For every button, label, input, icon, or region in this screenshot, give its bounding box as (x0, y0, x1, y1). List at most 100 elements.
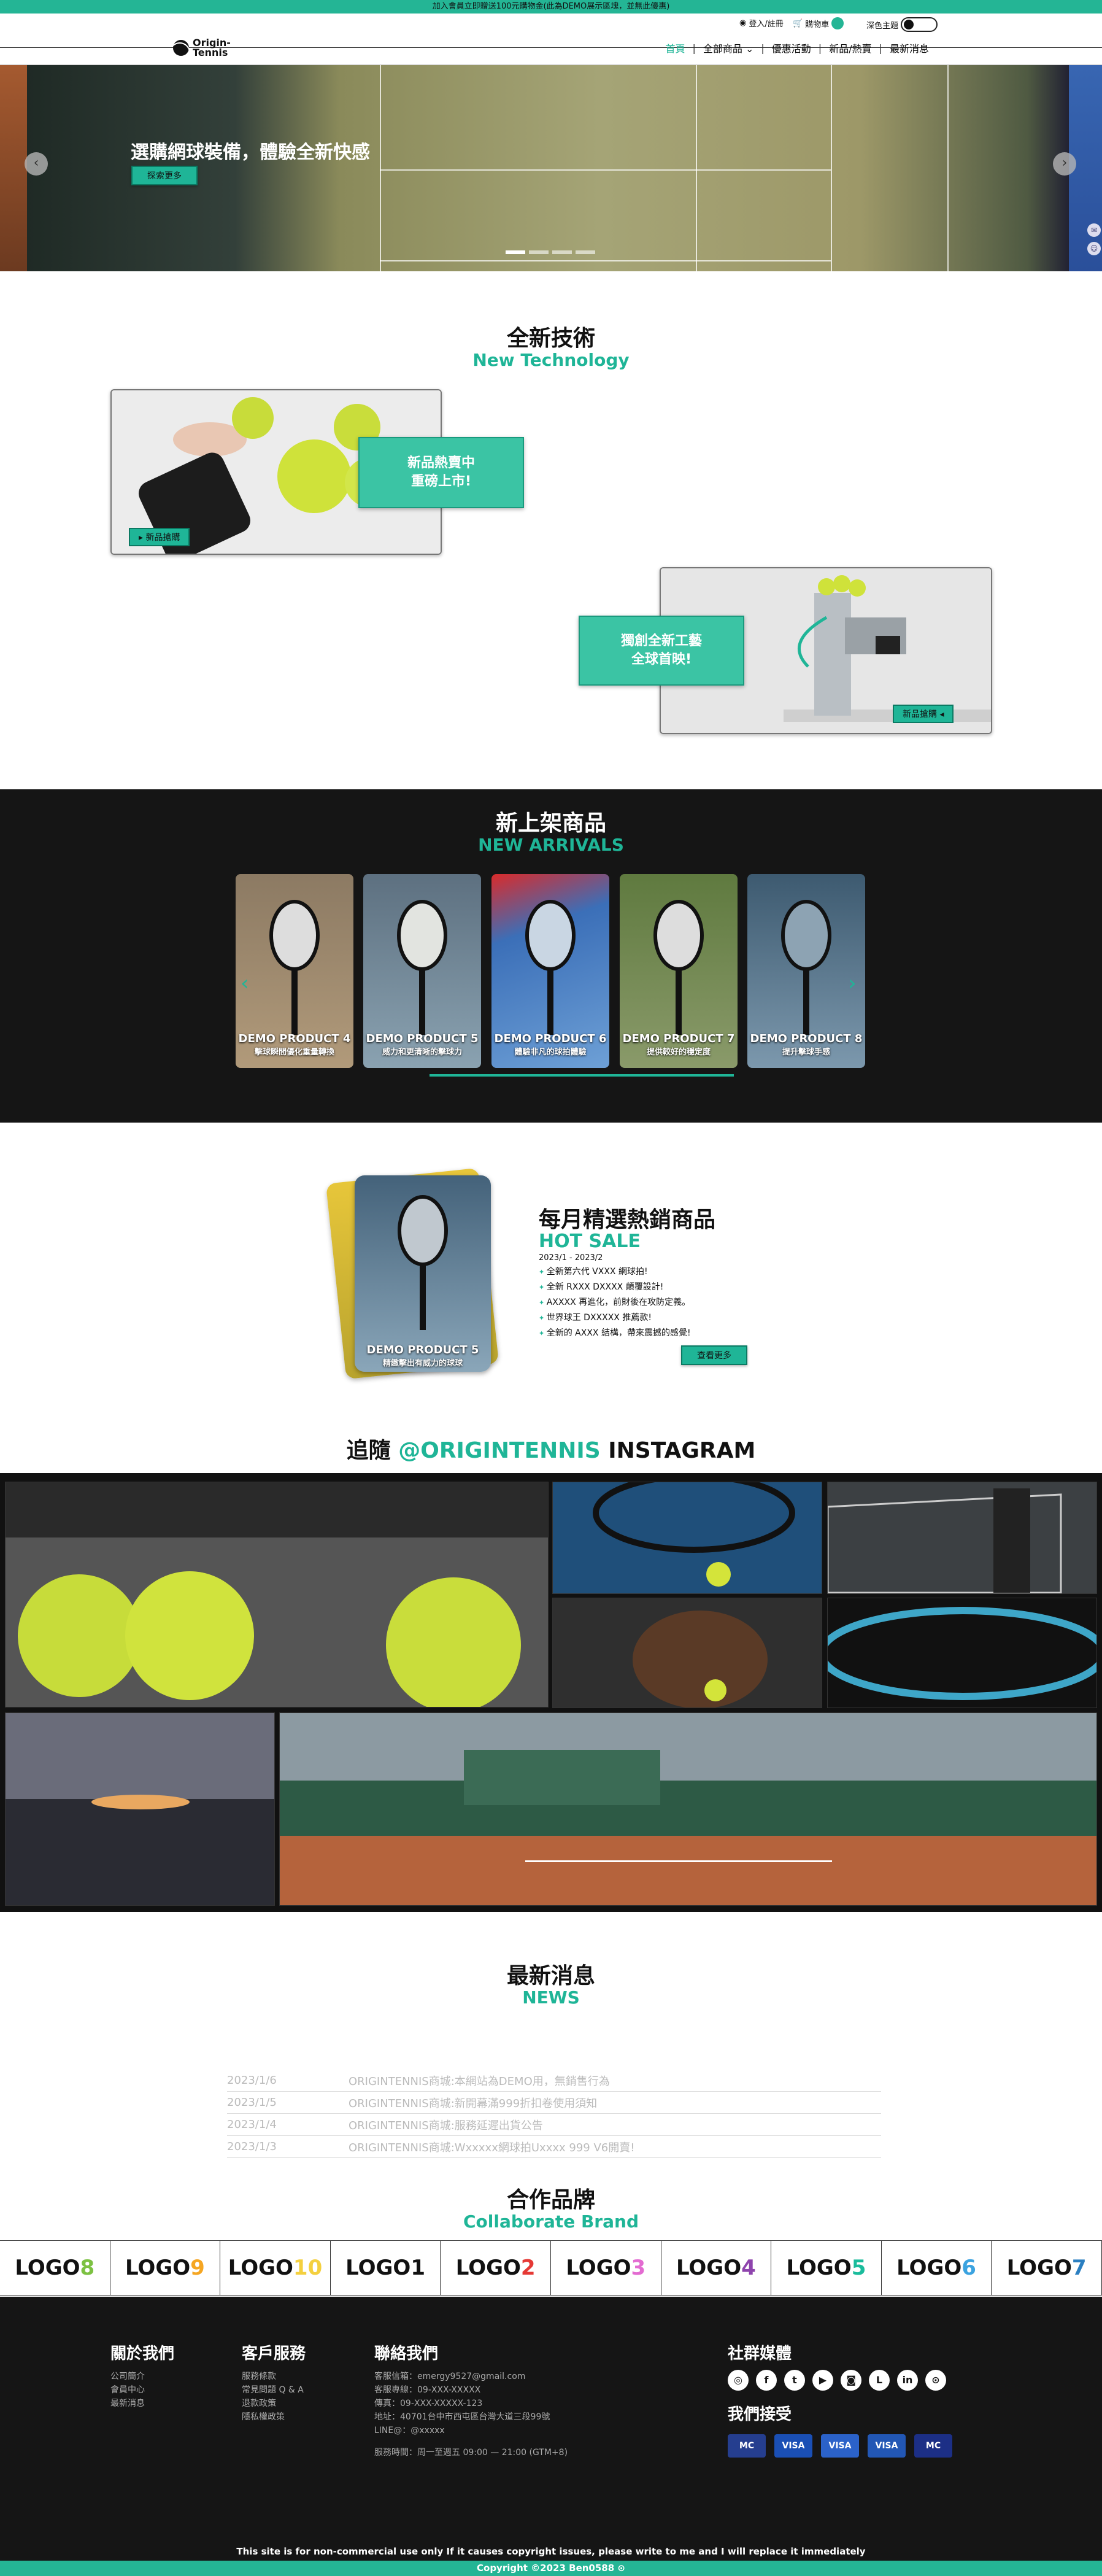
play-icon: ▸ (139, 533, 144, 543)
brand-logo-word: LOGO (896, 2256, 962, 2280)
tech-buy-button-1[interactable]: ▸ 新品搶購 (129, 528, 190, 546)
insta-photo[interactable] (552, 1598, 822, 1708)
footer-link[interactable]: 隱私權政策 (242, 2410, 306, 2424)
news-title-en: NEWS (522, 1987, 580, 2008)
hot-feature-item: 世界球王 DXXXXX 推薦款! (539, 1310, 691, 1326)
racket-image (525, 900, 576, 1035)
twitter-icon[interactable]: t (784, 2370, 805, 2391)
nav-news[interactable]: 最新消息 (890, 41, 929, 55)
news-row[interactable]: 2023/1/3 ORIGINTENNIS商城:Wxxxxx網球拍Uxxxx 99… (227, 2136, 881, 2158)
insta-handle-link[interactable]: @ORIGINTENNIS (398, 1438, 601, 1463)
insta-title-pre: 追隨 (346, 1438, 399, 1463)
carousel-prev-icon[interactable]: ‹ (241, 971, 249, 996)
brand-logo[interactable]: LOGO 8 (0, 2241, 110, 2295)
cart-link[interactable]: 🛒 購物車 (793, 17, 844, 29)
hero-dot[interactable] (529, 250, 549, 254)
footer-contact-item: 傳真：09-XXX-XXXXX-123 (374, 2399, 483, 2408)
hero-explore-button[interactable]: 探索更多 (131, 166, 198, 185)
tennis-net-photo (828, 1482, 1096, 1593)
hero-prev-arrow-icon[interactable]: ‹ (25, 152, 48, 176)
instagram-icon[interactable]: ◎ (728, 2370, 749, 2391)
news-row[interactable]: 2023/1/5 ORIGINTENNIS商城:新開幕滿999折扣卷使用須知 (227, 2092, 881, 2114)
brand-logo[interactable]: LOGO 1 (331, 2241, 441, 2295)
brand-logo-word: LOGO (15, 2256, 80, 2280)
nav-new-hot[interactable]: 新品/熱賣 (829, 41, 871, 55)
news-text: ORIGINTENNIS商城:服務延遲出貨公告 (349, 2119, 543, 2132)
product-desc: 擊球瞬間優化重量轉換 (254, 1048, 334, 1057)
visa-icon: VISA (774, 2434, 812, 2458)
brand-logo[interactable]: LOGO 5 (771, 2241, 882, 2295)
brand-logo[interactable]: LOGO 9 (110, 2241, 221, 2295)
carousel-next-icon[interactable]: › (848, 971, 857, 996)
news-text: ORIGINTENNIS商城:新開幕滿999折扣卷使用須知 (349, 2097, 598, 2110)
brand-logo[interactable]: LOGO 10 (220, 2241, 331, 2295)
hot-product-card[interactable]: DEMO PRODUCT 5 精緻擊出有威力的球球 (355, 1175, 491, 1372)
user-icon: ◉ (739, 18, 747, 28)
carousel-scrollbar[interactable] (430, 1074, 734, 1077)
brand-logo[interactable]: LOGO 6 (882, 2241, 992, 2295)
hero-dot[interactable] (552, 250, 572, 254)
footer-contact-item: 客服專線：09-XXX-XXXXX (374, 2385, 481, 2395)
tech-card-new-launch: 新品熱賣中 重磅上市! (358, 437, 524, 508)
visa-electron-icon: VISA (868, 2434, 906, 2458)
hero-dot[interactable] (506, 250, 525, 254)
footer-link[interactable]: 退款政策 (242, 2397, 306, 2410)
insta-photo[interactable] (5, 1712, 275, 1906)
brand-logo[interactable]: LOGO 3 (551, 2241, 661, 2295)
theme-toggle[interactable] (901, 17, 938, 32)
footer-link[interactable]: 會員中心 (110, 2383, 174, 2397)
brand-logo-number: 3 (631, 2256, 646, 2280)
footer-link[interactable]: 服務條款 (242, 2370, 306, 2383)
chat-icon[interactable]: ✉ (1087, 223, 1101, 237)
facebook-icon[interactable]: f (756, 2370, 777, 2391)
hero-next-arrow-icon[interactable]: › (1053, 152, 1076, 176)
product-name: DEMO PRODUCT 4 (238, 1032, 351, 1045)
github-icon[interactable]: ⊙ (925, 2370, 946, 2391)
mastercard-icon: MC (728, 2434, 766, 2458)
linkedin-icon[interactable]: in (897, 2370, 918, 2391)
support-icon[interactable]: ☺ (1087, 242, 1101, 255)
footer-link[interactable]: 公司簡介 (110, 2370, 174, 2383)
site-footer: 關於我們 公司簡介 會員中心 最新消息 客戶服務 服務條款 常見問題 Q & A… (0, 2297, 1102, 2542)
product-card[interactable]: DEMO PRODUCT 6 體驗非凡的球拍體驗 (491, 874, 609, 1068)
brand-logo-number: 5 (851, 2256, 866, 2280)
footer-link[interactable]: 最新消息 (110, 2397, 174, 2410)
twitch-icon[interactable]: ◙ (841, 2370, 861, 2391)
insta-photo[interactable] (827, 1482, 1097, 1594)
youtube-icon[interactable]: ▶ (812, 2370, 833, 2391)
insta-photo[interactable] (5, 1482, 549, 1708)
brand-logo-number: 2 (520, 2256, 536, 2280)
brand-logo-number: 7 (1071, 2256, 1087, 2280)
hot-more-button[interactable]: 查看更多 (681, 1345, 747, 1365)
tech-buy-button-2[interactable]: 新品搶購 ◂ (893, 705, 954, 723)
product-card[interactable]: DEMO PRODUCT 5 威力和更清晰的擊球力 (363, 874, 481, 1068)
hero-dot[interactable] (576, 250, 595, 254)
insta-photo[interactable] (279, 1712, 1097, 1906)
nav-all-products[interactable]: 全部商品 ⌄ (703, 41, 754, 55)
racket-image (397, 900, 447, 1035)
github-icon[interactable]: ⊙ (617, 2562, 625, 2574)
line-icon[interactable]: L (869, 2370, 890, 2391)
theme-switch[interactable]: 深色主題 (866, 17, 938, 32)
site-logo[interactable]: Origin- Tennis (173, 38, 231, 58)
brand-logo-number: 4 (741, 2256, 756, 2280)
news-row[interactable]: 2023/1/4 ORIGINTENNIS商城:服務延遲出貨公告 (227, 2114, 881, 2136)
nav-home[interactable]: 首頁 (665, 41, 685, 55)
footer-link[interactable]: 常見問題 Q & A (242, 2383, 306, 2397)
insta-photo[interactable] (552, 1482, 822, 1594)
brand-logo[interactable]: LOGO 4 (661, 2241, 772, 2295)
brand-logo[interactable]: LOGO 2 (441, 2241, 551, 2295)
brands-title-en: Collaborate Brand (463, 2211, 639, 2232)
hot-title-en: HOT SALE (539, 1231, 641, 1252)
login-link[interactable]: ◉ 登入/註冊 (739, 17, 784, 29)
news-row[interactable]: 2023/1/6 ORIGINTENNIS商城:本網站為DEMO用，無銷售行為 (227, 2070, 881, 2092)
insta-photo[interactable] (827, 1598, 1097, 1708)
copyright-text: Copyright ©2023 Ben0588 (477, 2562, 615, 2574)
product-card[interactable]: DEMO PRODUCT 4 擊球瞬間優化重量轉換 (236, 874, 353, 1068)
stadium-sunset-photo (6, 1713, 274, 1905)
nav-promotions[interactable]: 優惠活動 (772, 41, 811, 55)
product-card[interactable]: DEMO PRODUCT 7 提供較好的穩定度 (620, 874, 738, 1068)
brand-logo[interactable]: LOGO 7 (992, 2241, 1102, 2295)
racket-image (653, 900, 704, 1035)
footer-service-title: 客戶服務 (242, 2345, 306, 2363)
